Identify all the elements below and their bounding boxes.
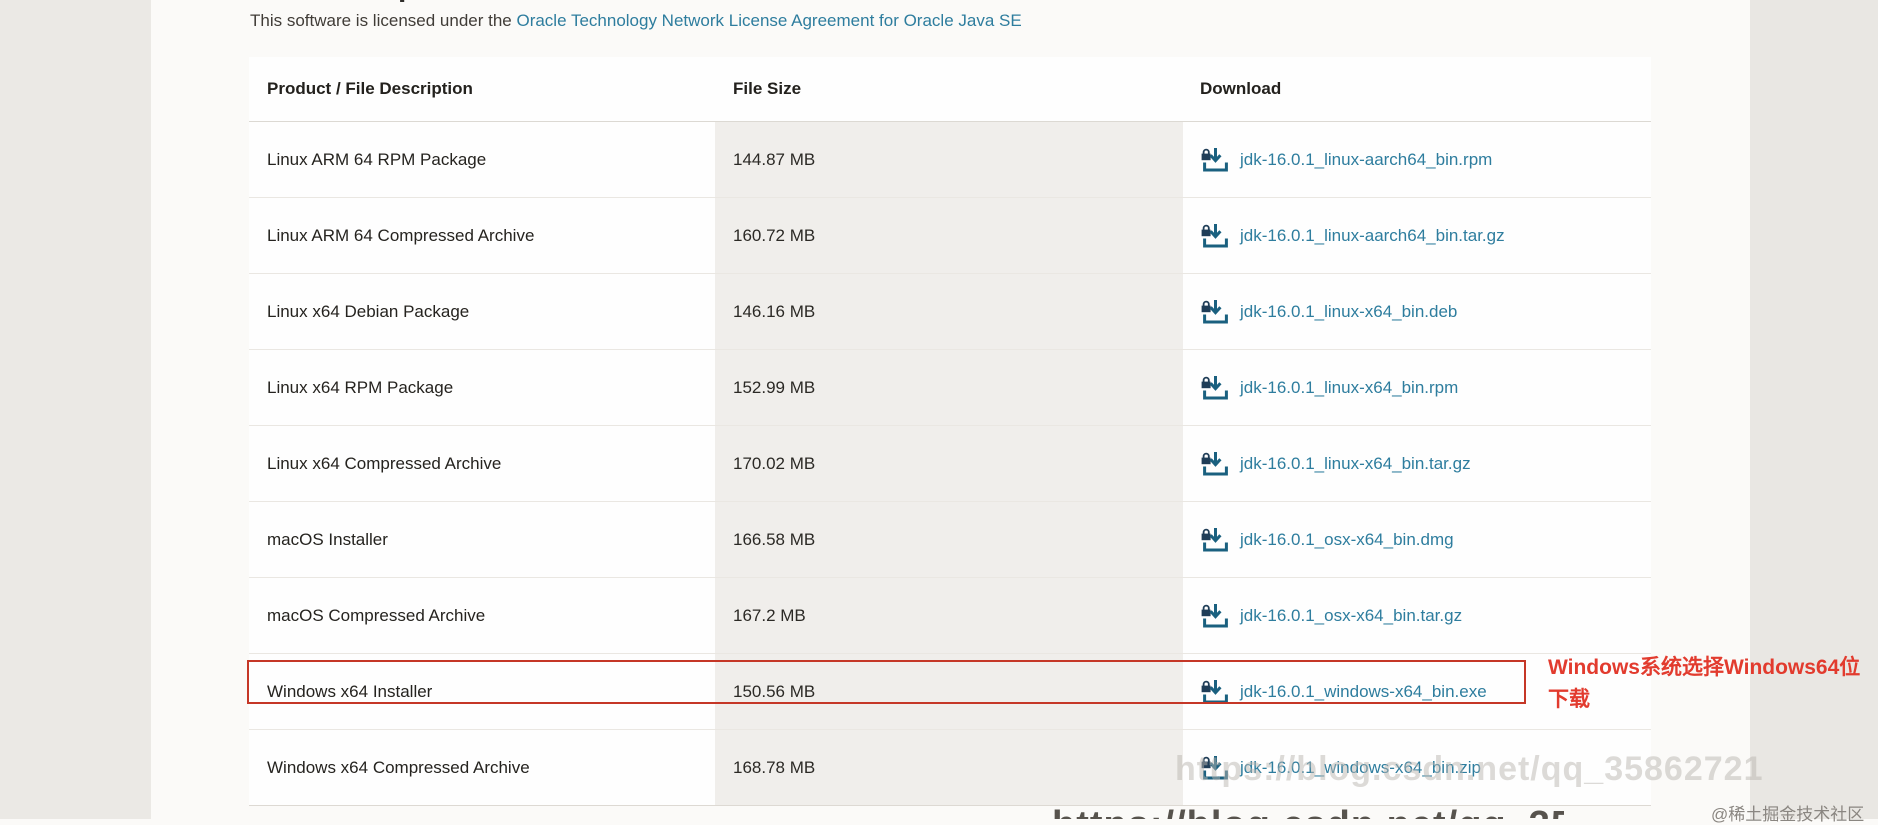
- product-description: macOS Compressed Archive: [267, 605, 486, 625]
- download-file-name: jdk-16.0.1_linux-x64_bin.deb: [1240, 301, 1458, 321]
- table-header-row: Product / File Description File Size Dow…: [249, 57, 1651, 122]
- download-link[interactable]: jdk-16.0.1_linux-aarch64_bin.rpm: [1200, 147, 1492, 173]
- product-description: Linux x64 Debian Package: [267, 301, 470, 321]
- download-file-name: jdk-16.0.1_linux-x64_bin.rpm: [1240, 377, 1459, 397]
- product-description: Windows x64 Installer: [267, 681, 433, 701]
- product-description: Linux ARM 64 RPM Package: [267, 149, 487, 169]
- license-line: This software is licensed under the Orac…: [250, 11, 1022, 31]
- download-icon: [1201, 223, 1228, 247]
- license-agreement-link[interactable]: Oracle Technology Network License Agreem…: [516, 11, 1021, 30]
- table-row: Linux x64 RPM Package 152.99 MB jdk-16.0…: [249, 350, 1651, 426]
- watermark-juejin: @稀土掘金技术社区: [1711, 805, 1865, 824]
- file-size: 160.72 MB: [715, 198, 1183, 273]
- table-row: macOS Installer 166.58 MB jdk-16.0.1_osx…: [249, 502, 1651, 578]
- product-description: Linux ARM 64 Compressed Archive: [267, 225, 535, 245]
- file-size: 144.87 MB: [715, 122, 1183, 197]
- file-size: 150.56 MB: [715, 654, 1183, 729]
- product-description: Linux x64 RPM Package: [267, 377, 454, 397]
- file-size: 170.02 MB: [715, 426, 1183, 501]
- clipped-page-heading: p: [398, 0, 518, 8]
- watermark-url-dark-clipped: https://blog.csdn.net/qq_35862721: [1052, 805, 1564, 819]
- download-file-name: jdk-16.0.1_linux-aarch64_bin.tar.gz: [1240, 225, 1505, 245]
- download-icon: [1201, 603, 1228, 627]
- file-size: 152.99 MB: [715, 350, 1183, 425]
- file-size: 166.58 MB: [715, 502, 1183, 577]
- download-file-name: jdk-16.0.1_windows-x64_bin.exe: [1240, 681, 1487, 701]
- download-icon: [1201, 375, 1228, 399]
- download-link[interactable]: jdk-16.0.1_osx-x64_bin.dmg: [1200, 527, 1454, 553]
- download-icon: [1201, 451, 1228, 475]
- download-link[interactable]: jdk-16.0.1_linux-x64_bin.deb: [1200, 299, 1457, 325]
- table-row: Linux ARM 64 Compressed Archive 160.72 M…: [249, 198, 1651, 274]
- red-annotation-text: Windows系统选择Windows64位下载: [1548, 656, 1861, 711]
- table-row: Windows x64 Installer 150.56 MB jdk-16.0…: [247, 654, 1651, 730]
- table-row: Linux ARM 64 RPM Package 144.87 MB jdk-1…: [249, 122, 1651, 198]
- file-size: 168.78 MB: [715, 730, 1183, 805]
- download-link[interactable]: jdk-16.0.1_linux-aarch64_bin.tar.gz: [1200, 223, 1505, 249]
- file-size: 167.2 MB: [715, 578, 1183, 653]
- table-body: Linux ARM 64 RPM Package 144.87 MB jdk-1…: [247, 122, 1651, 806]
- product-description: macOS Installer: [267, 529, 388, 549]
- table-row: macOS Compressed Archive 167.2 MB jdk-16…: [249, 578, 1651, 654]
- license-text: This software is licensed under the: [250, 11, 517, 30]
- download-icon: [1201, 679, 1228, 703]
- product-description: Linux x64 Compressed Archive: [267, 453, 502, 473]
- download-icon: [1201, 299, 1228, 323]
- download-file-name: jdk-16.0.1_osx-x64_bin.tar.gz: [1240, 605, 1463, 625]
- download-link[interactable]: jdk-16.0.1_linux-x64_bin.tar.gz: [1200, 451, 1471, 477]
- download-icon: [1201, 527, 1228, 551]
- download-file-name: jdk-16.0.1_linux-aarch64_bin.rpm: [1240, 149, 1493, 169]
- table-row: Linux x64 Compressed Archive 170.02 MB j…: [249, 426, 1651, 502]
- watermark-url-light: https://blog.csdn.net/qq_35862721: [1175, 750, 1764, 788]
- product-description: Windows x64 Compressed Archive: [267, 757, 530, 777]
- column-header-product: Product / File Description: [267, 79, 473, 98]
- file-size: 146.16 MB: [715, 274, 1183, 349]
- column-header-filesize: File Size: [733, 79, 802, 98]
- download-icon: [1201, 147, 1228, 171]
- download-file-name: jdk-16.0.1_osx-x64_bin.dmg: [1240, 529, 1454, 549]
- table-row: Linux x64 Debian Package 146.16 MB jdk-1…: [249, 274, 1651, 350]
- left-margin-strip: [0, 0, 151, 819]
- download-link[interactable]: jdk-16.0.1_linux-x64_bin.rpm: [1200, 375, 1458, 401]
- download-link[interactable]: jdk-16.0.1_osx-x64_bin.tar.gz: [1200, 603, 1462, 629]
- download-table: Product / File Description File Size Dow…: [247, 57, 1651, 806]
- download-file-name: jdk-16.0.1_linux-x64_bin.tar.gz: [1240, 453, 1471, 473]
- download-link[interactable]: jdk-16.0.1_windows-x64_bin.exe: [1200, 679, 1487, 705]
- column-header-download: Download: [1200, 79, 1282, 98]
